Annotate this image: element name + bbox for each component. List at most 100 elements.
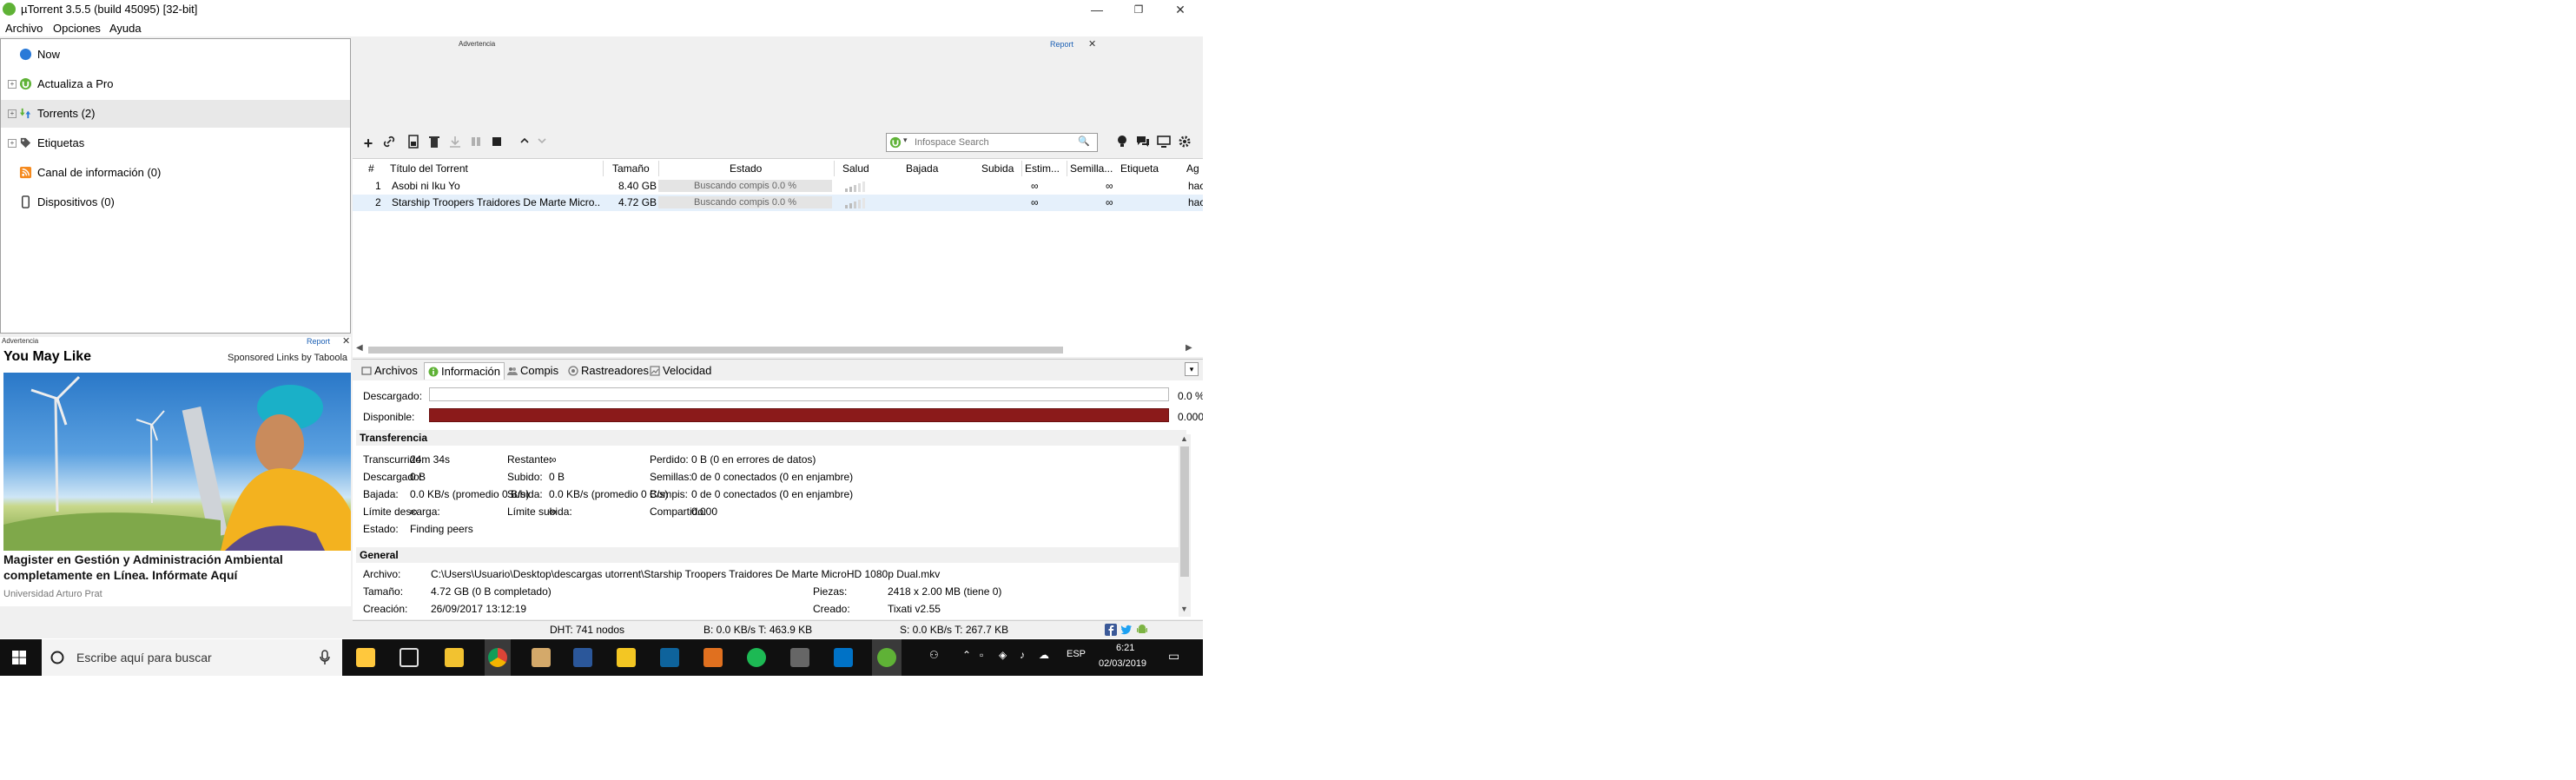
add-torrent-icon[interactable]: + — [360, 135, 377, 152]
column-divider[interactable] — [834, 161, 835, 176]
app-icon[interactable] — [790, 648, 809, 667]
pause-icon[interactable] — [467, 135, 485, 152]
col-header-status[interactable]: Estado — [730, 161, 782, 176]
stop-icon[interactable] — [488, 135, 505, 152]
microphone-icon[interactable] — [320, 650, 330, 665]
col-header-eta[interactable]: Estim... — [1025, 161, 1067, 176]
android-icon[interactable] — [1136, 624, 1148, 636]
col-header-added[interactable]: Ag — [1186, 161, 1203, 176]
file-explorer-icon[interactable] — [445, 648, 464, 667]
sidebar-item-upgrade-pro[interactable]: + Actualiza a Pro — [1, 70, 350, 98]
windows-start-icon[interactable] — [12, 651, 26, 664]
col-header-number[interactable]: # — [368, 161, 377, 176]
show-hidden-icons-icon[interactable]: ⌃ — [962, 649, 971, 661]
tab-speed[interactable]: Velocidad — [650, 362, 711, 379]
move-down-icon[interactable] — [533, 135, 551, 152]
horizontal-scrollbar[interactable]: ◀ ▶ — [356, 343, 1194, 355]
column-divider[interactable] — [658, 161, 659, 176]
volume-icon[interactable]: ♪ — [1020, 649, 1025, 661]
minimize-button[interactable]: — — [1077, 0, 1117, 19]
tab-files[interactable]: Archivos — [361, 362, 418, 379]
mail-icon[interactable] — [400, 648, 419, 667]
download-icon[interactable] — [446, 135, 464, 152]
create-torrent-icon[interactable] — [405, 135, 422, 152]
sidebar-item-now[interactable]: Now — [1, 41, 350, 69]
col-header-label[interactable]: Etiqueta — [1120, 161, 1166, 176]
upload-status[interactable]: S: 0.0 KB/s T: 267.7 KB — [900, 624, 1008, 636]
clock-time[interactable]: 6:21 — [1116, 643, 1134, 653]
sticky-notes-icon[interactable] — [617, 648, 636, 667]
col-header-name[interactable]: Título del Torrent — [390, 161, 512, 176]
expand-icon[interactable]: + — [8, 139, 17, 148]
scroll-right-icon[interactable]: ▶ — [1186, 343, 1192, 353]
vertical-scrollbar[interactable]: ▲ ▼ — [1179, 434, 1191, 617]
vscode-icon[interactable] — [660, 648, 679, 667]
chevron-down-icon[interactable]: ▾ — [903, 136, 908, 145]
bulb-icon[interactable] — [1113, 135, 1131, 152]
onedrive-icon[interactable]: ☁ — [1039, 649, 1049, 661]
tab-info[interactable]: Información — [424, 362, 505, 380]
torrent-row[interactable]: 1 Asobi ni Iku Yo 8.40 GB Buscando compi… — [353, 178, 1203, 195]
remote-icon[interactable] — [1155, 135, 1172, 152]
search-provider-icon[interactable] — [889, 136, 902, 149]
menu-archivo[interactable]: Archivo — [5, 22, 43, 35]
col-header-size[interactable]: Tamaño — [612, 161, 664, 176]
menu-opciones[interactable]: Opciones — [53, 22, 101, 35]
search-input[interactable] — [913, 135, 1074, 150]
word-icon[interactable] — [573, 648, 592, 667]
network-icon[interactable]: ▫ — [980, 649, 983, 661]
sidebar-item-labels[interactable]: + Etiquetas — [1, 129, 350, 157]
sidebar-item-torrents[interactable]: + Torrents (2) — [1, 100, 350, 128]
notifications-icon[interactable]: ▭ — [1168, 649, 1179, 664]
download-status[interactable]: B: 0.0 KB/s T: 463.9 KB — [703, 624, 812, 636]
scroll-left-icon[interactable]: ◀ — [356, 343, 363, 353]
ad-close-icon[interactable]: ✕ — [342, 335, 350, 347]
ad-report-link[interactable]: Report — [307, 337, 330, 346]
tab-trackers[interactable]: Rastreadores — [568, 362, 649, 379]
settings-icon[interactable] — [1176, 135, 1193, 152]
outlook-icon[interactable] — [834, 648, 853, 667]
scroll-up-icon[interactable]: ▲ — [1180, 434, 1188, 443]
move-up-icon[interactable] — [516, 135, 533, 152]
col-header-health[interactable]: Salud — [842, 161, 877, 176]
delete-icon[interactable] — [426, 135, 443, 152]
scroll-down-icon[interactable]: ▼ — [1180, 605, 1188, 613]
sublime-icon[interactable] — [703, 648, 723, 667]
ad-headline[interactable]: Magister en Gestión y Administración Amb… — [3, 552, 347, 583]
close-button[interactable]: ✕ — [1160, 0, 1200, 19]
menu-ayuda[interactable]: Ayuda — [109, 22, 142, 35]
ad-close-icon[interactable]: ✕ — [1088, 38, 1096, 50]
ad-image[interactable] — [3, 373, 351, 551]
twitter-icon[interactable] — [1120, 624, 1133, 636]
scrollbar-thumb[interactable] — [1180, 446, 1189, 577]
search-icon[interactable]: 🔍 — [1078, 136, 1090, 147]
restore-button[interactable]: ❐ — [1119, 0, 1159, 19]
facebook-icon[interactable] — [1105, 624, 1117, 636]
col-header-download[interactable]: Bajada — [906, 161, 949, 176]
col-header-seeds[interactable]: Semilla... — [1070, 161, 1115, 176]
torrent-row[interactable]: 2 Starship Troopers Traidores De Marte M… — [353, 195, 1203, 211]
expand-icon[interactable]: + — [8, 109, 17, 118]
column-divider[interactable] — [1021, 161, 1022, 176]
tab-peers[interactable]: Compis — [507, 362, 558, 379]
chrome-icon[interactable] — [488, 648, 507, 667]
ad-source[interactable]: Universidad Arturo Prat — [3, 589, 102, 599]
media-player-icon[interactable] — [532, 648, 551, 667]
add-url-icon[interactable] — [380, 135, 398, 152]
clock-date[interactable]: 02/03/2019 — [1099, 658, 1146, 669]
col-header-upload[interactable]: Subida — [981, 161, 1025, 176]
store-icon[interactable] — [356, 648, 375, 667]
expand-icon[interactable]: + — [8, 80, 17, 89]
column-divider[interactable] — [603, 161, 604, 176]
scrollbar-thumb[interactable] — [368, 347, 1063, 354]
sidebar-item-rss-feed[interactable]: Canal de información (0) — [1, 159, 350, 187]
people-icon[interactable]: ⚇ — [929, 649, 939, 661]
dht-status[interactable]: DHT: 741 nodos — [550, 624, 624, 636]
taskbar-search[interactable]: Escribe aquí para buscar — [42, 639, 342, 676]
language-indicator[interactable]: ESP — [1067, 649, 1086, 659]
ad-report-link[interactable]: Report — [1050, 40, 1073, 49]
ad-sponsor[interactable]: Sponsored Links by Taboola — [228, 353, 347, 363]
spotify-icon[interactable] — [747, 648, 766, 667]
dropbox-icon[interactable]: ◈ — [999, 649, 1007, 661]
collapse-panel-icon[interactable]: ▾ — [1185, 362, 1199, 376]
